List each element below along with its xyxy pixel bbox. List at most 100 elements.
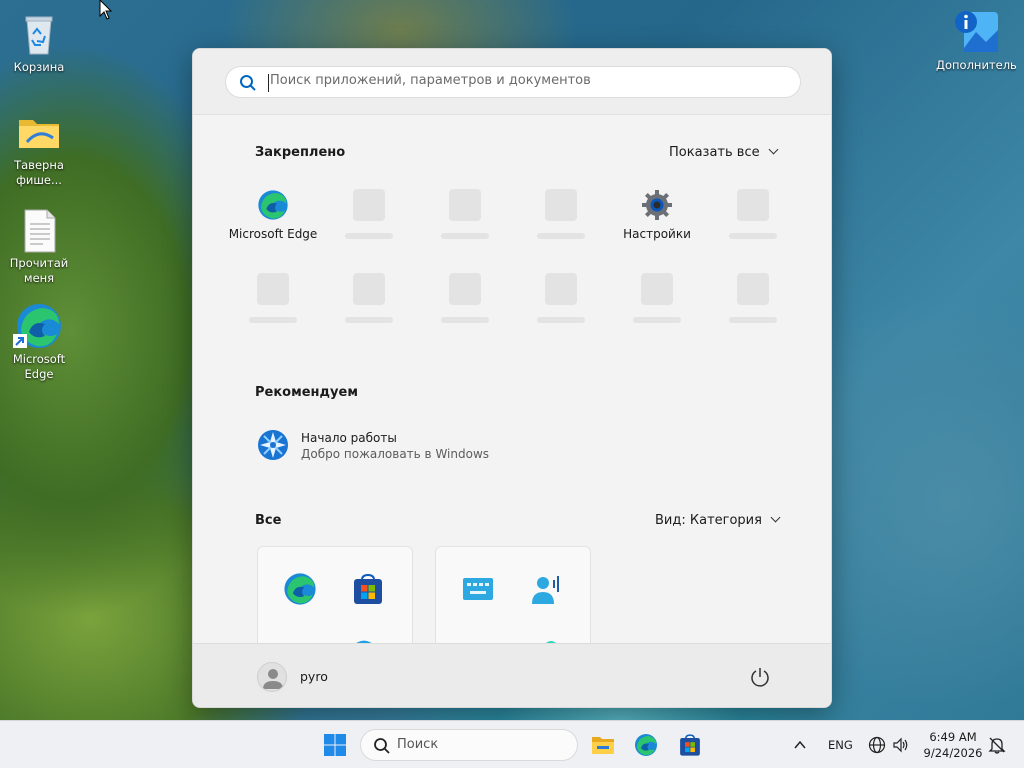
mouse-cursor-icon: [99, 0, 113, 20]
taskbar-app-file-explorer[interactable]: [584, 727, 622, 763]
file-explorer-icon: [592, 737, 614, 754]
start-menu: Поиск приложений, параметров и документо…: [192, 48, 832, 708]
pinned-placeholder: [321, 189, 417, 259]
placeholder-label: [345, 233, 393, 239]
power-icon[interactable]: [749, 666, 771, 688]
clock-date: 9/24/2026: [923, 746, 983, 760]
placeholder-label: [249, 317, 297, 323]
placeholder-icon: [449, 189, 481, 221]
desktop-icon-readme[interactable]: Прочитай меня: [1, 206, 77, 286]
desktop-icon-label: Прочитай меня: [9, 256, 69, 285]
pinned-app-settings[interactable]: Настройки: [609, 189, 705, 259]
search-placeholder: Поиск приложений, параметров и документо…: [270, 73, 591, 88]
start-footer: pyro: [193, 643, 831, 707]
pinned-placeholder: [513, 189, 609, 259]
taskbar-app-edge[interactable]: [627, 727, 665, 763]
pinned-title: Закреплено: [255, 145, 346, 160]
placeholder-label: [345, 317, 393, 323]
get-started-icon: [258, 430, 288, 460]
volume-icon[interactable]: [892, 736, 910, 754]
desktop-icon-recycle-bin[interactable]: Корзина: [1, 10, 77, 75]
placeholder-icon: [353, 273, 385, 305]
pinned-placeholder: [225, 273, 321, 343]
pinned-placeholder: [705, 273, 801, 343]
text-caret: [268, 74, 269, 92]
view-category-button[interactable]: Вид: Категория: [655, 512, 781, 528]
windows-logo-icon: [324, 734, 346, 756]
placeholder-icon: [545, 189, 577, 221]
user-name[interactable]: pyro: [300, 669, 328, 684]
show-all-button[interactable]: Показать все: [669, 144, 779, 160]
pinned-placeholder: [321, 273, 417, 343]
pinned-app-label: Microsoft Edge: [228, 227, 318, 241]
pinned-placeholder: [417, 189, 513, 259]
placeholder-label: [537, 317, 585, 323]
voice-access-icon: [532, 576, 559, 604]
input-language[interactable]: ENG: [828, 738, 853, 752]
placeholder-icon: [449, 273, 481, 305]
notification-bell-icon[interactable]: [988, 736, 1006, 754]
learn-about-picture-icon: [952, 8, 1000, 56]
store-icon: [354, 573, 382, 604]
start-search-input[interactable]: Поиск приложений, параметров и документо…: [225, 66, 801, 98]
recommended-title: Рекомендуем: [255, 385, 358, 400]
settings-gear-icon: [642, 190, 672, 220]
chevron-down-icon: [768, 144, 779, 155]
folder-icon: [15, 108, 63, 156]
recommended-item-get-started[interactable]: Начало работы Добро пожаловать в Windows: [249, 427, 509, 467]
user-avatar[interactable]: [257, 662, 287, 692]
placeholder-icon: [353, 189, 385, 221]
desktop-icon-learn-more[interactable]: Дополнительные сведения о...: [936, 8, 1016, 73]
taskbar-search-label: Поиск: [397, 737, 439, 752]
chevron-down-icon: [770, 512, 781, 523]
store-icon: [680, 734, 700, 756]
taskbar-search[interactable]: Поиск: [360, 729, 578, 761]
user-icon: [263, 669, 283, 689]
pinned-placeholder: [513, 273, 609, 343]
placeholder-label: [441, 317, 489, 323]
text-document-icon: [15, 206, 63, 254]
edge-icon: [284, 573, 316, 605]
pinned-placeholder: [609, 273, 705, 343]
placeholder-label: [537, 233, 585, 239]
taskbar-app-store[interactable]: [671, 727, 709, 763]
placeholder-icon: [641, 273, 673, 305]
desktop-icon-folder[interactable]: Таверна фише...: [1, 108, 77, 188]
placeholder-icon: [737, 273, 769, 305]
taskbar: Поиск ENG 6:49 AM 9/24/2026: [0, 720, 1024, 768]
recommended-item-title: Начало работы: [301, 431, 397, 445]
desktop-icon-edge[interactable]: Microsoft Edge: [1, 302, 77, 382]
start-button[interactable]: [316, 727, 354, 763]
edge-icon: [258, 190, 288, 220]
all-apps-title: Все: [255, 513, 282, 528]
pinned-placeholder: [417, 273, 513, 343]
pinned-app-label: Настройки: [623, 227, 691, 241]
placeholder-icon: [257, 273, 289, 305]
pinned-placeholder: [705, 189, 801, 259]
desktop-icon-label: Microsoft Edge: [12, 352, 66, 381]
search-icon: [374, 738, 390, 754]
placeholder-label: [729, 233, 777, 239]
network-globe-icon[interactable]: [868, 736, 886, 754]
placeholder-label: [633, 317, 681, 323]
recycle-bin-icon: [15, 10, 63, 58]
pinned-app-edge[interactable]: Microsoft Edge: [225, 189, 321, 259]
edge-icon: [13, 302, 63, 350]
view-category-label: Вид: Категория: [655, 513, 762, 528]
edge-icon: [635, 734, 657, 756]
clock[interactable]: 6:49 AM 9/24/2026: [918, 729, 988, 761]
recommended-item-subtitle: Добро пожаловать в Windows: [301, 447, 490, 461]
desktop-icon-label: Корзина: [13, 60, 65, 74]
desktop-icon-label: Таверна фише...: [14, 158, 64, 187]
chevron-up-icon[interactable]: [794, 740, 806, 750]
show-all-label: Показать все: [669, 145, 760, 160]
placeholder-label: [729, 317, 777, 323]
placeholder-icon: [737, 189, 769, 221]
keyboard-icon: [463, 578, 493, 600]
placeholder-label: [441, 233, 489, 239]
clock-time: 6:49 AM: [929, 730, 977, 744]
start-search-area: Поиск приложений, параметров и документо…: [193, 49, 831, 115]
search-icon: [240, 75, 256, 91]
desktop-icon-label: Дополнительные сведения о...: [936, 58, 1016, 72]
placeholder-icon: [545, 273, 577, 305]
